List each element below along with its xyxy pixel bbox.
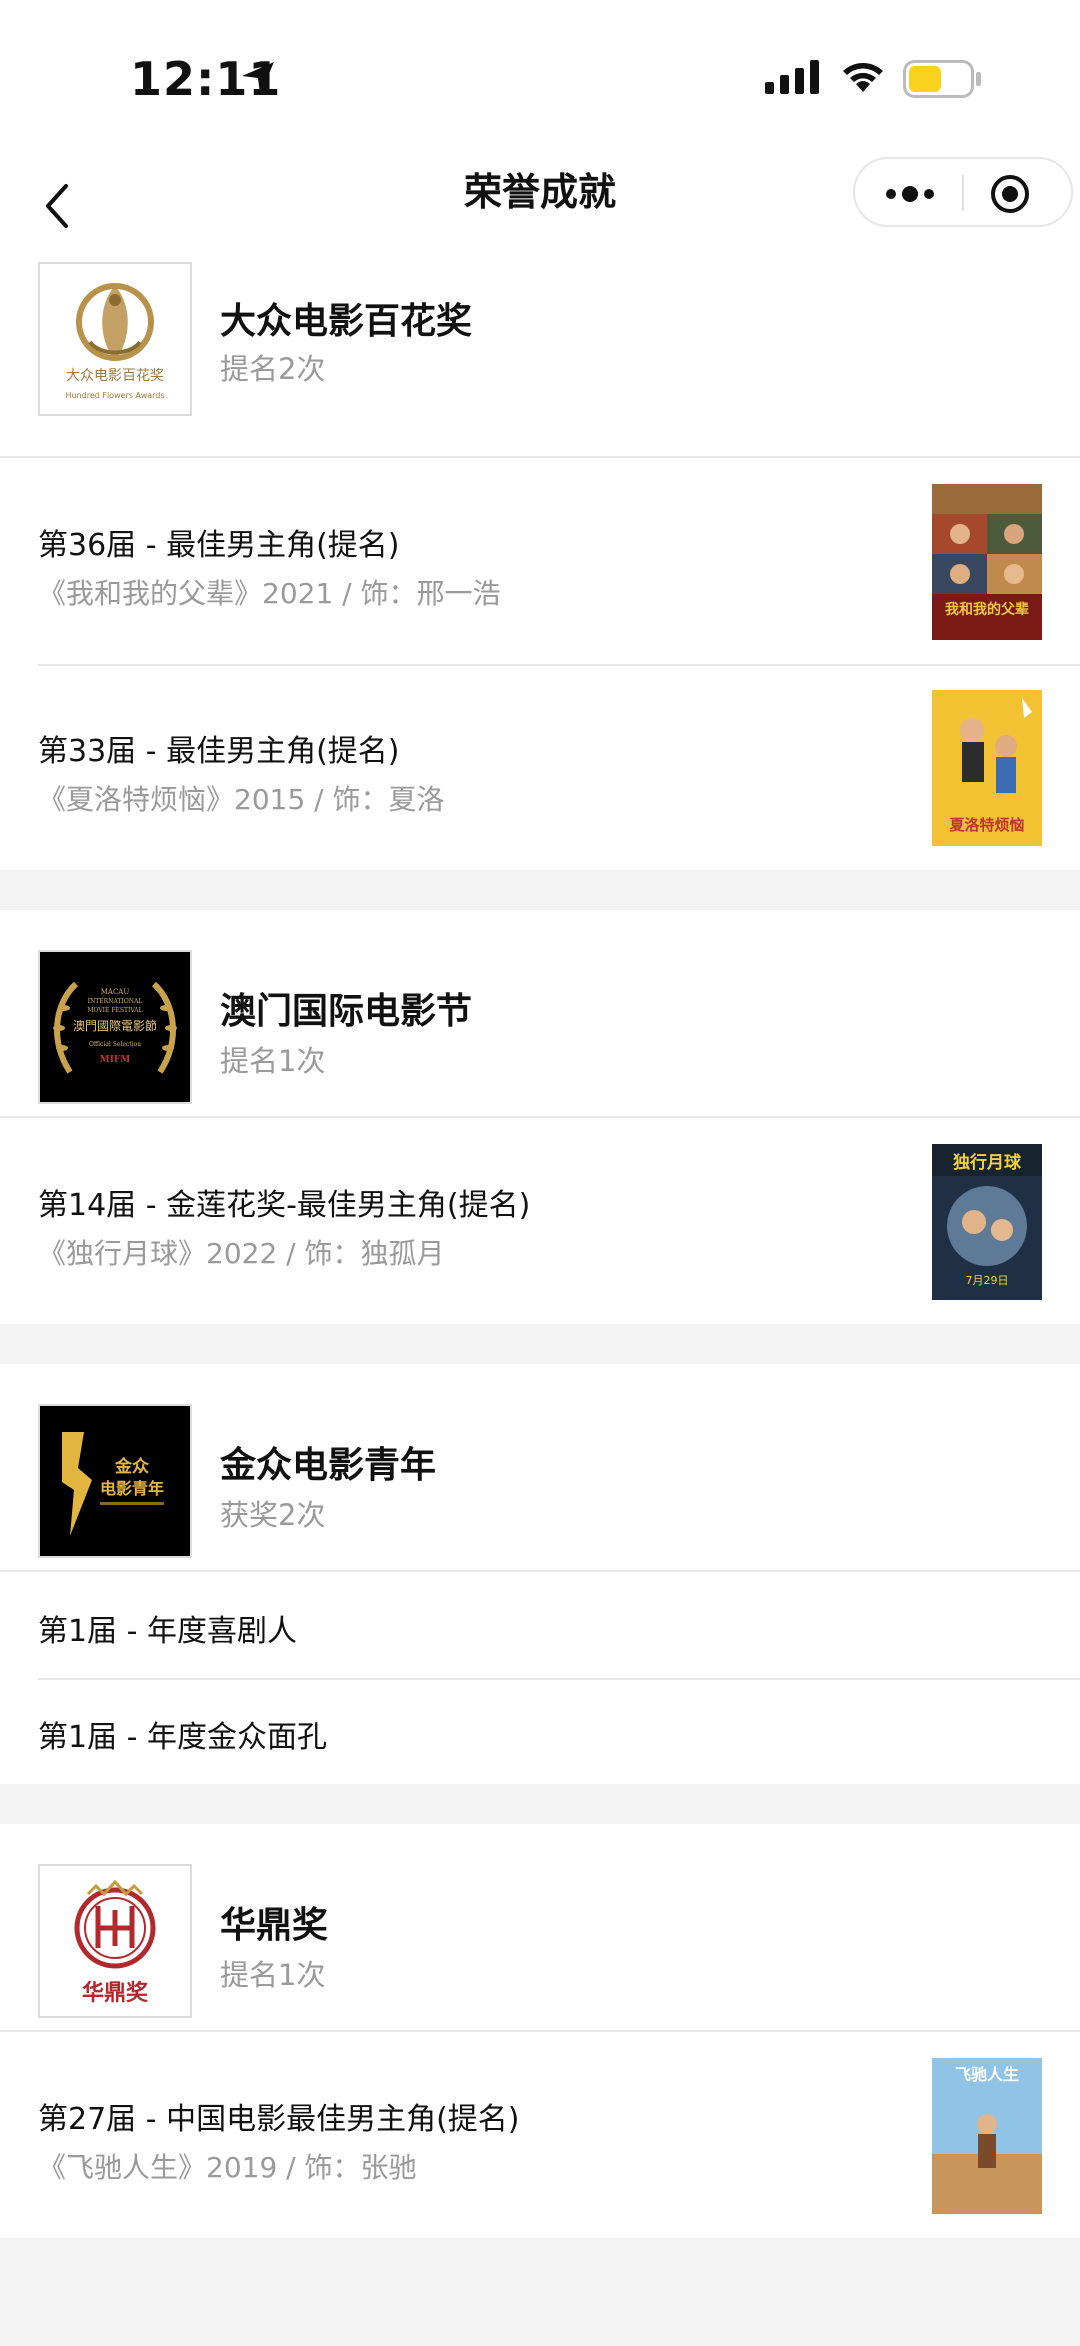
logo-line: MIFM	[100, 1055, 131, 1065]
award-count: 提名2次	[220, 352, 326, 386]
award-title: 第1届 - 年度喜剧人	[38, 1614, 297, 1649]
award-item[interactable]: 第1届 - 年度喜剧人	[0, 1572, 1080, 1678]
poster-release-date: 7月29日	[966, 1274, 1009, 1287]
film-poster[interactable]: 夏洛特烦恼	[932, 690, 1042, 846]
logo-line: Official Selection	[89, 1041, 141, 1048]
award-film-info: 《我和我的父辈》2021 / 饰：邢一浩	[38, 577, 501, 610]
honors-list: 大众电影百花奖 Hundred Flowers Awards 大众电影百花奖 提…	[0, 250, 1080, 2278]
award-item[interactable]: 第27届 - 中国电影最佳男主角(提名) 《飞驰人生》2019 / 饰：张驰 飞…	[0, 2032, 1080, 2238]
logo-line: 电影青年	[100, 1479, 164, 1498]
award-title: 第14届 - 金莲花奖-最佳男主角(提名)	[38, 1188, 531, 1223]
location-arrow-icon	[242, 62, 274, 94]
award-org-name: 华鼎奖	[220, 1905, 329, 1946]
poster-title: 我和我的父辈	[945, 601, 1029, 618]
award-item[interactable]: 第1届 - 年度金众面孔	[0, 1678, 1080, 1784]
jinzhong-youth-logo: 金众 电影青年	[38, 1404, 192, 1558]
award-count: 提名1次	[220, 1044, 326, 1078]
cellular-signal-icon	[765, 60, 819, 94]
logo-subtext: Hundred Flowers Awards	[65, 391, 164, 400]
award-title: 第36届 - 最佳男主角(提名)	[38, 528, 400, 563]
film-poster[interactable]: 独行月球 7月29日	[932, 1144, 1042, 1300]
award-film-info: 《夏洛特烦恼》2015 / 饰：夏洛	[38, 783, 445, 816]
capsule-divider	[962, 175, 964, 211]
award-org-name: 大众电影百花奖	[220, 301, 473, 342]
logo-text: 华鼎奖	[82, 1980, 149, 2006]
poster-title: 独行月球	[953, 1152, 1022, 1173]
hundred-flowers-logo: 大众电影百花奖 Hundred Flowers Awards	[38, 262, 192, 416]
award-title: 第1届 - 年度金众面孔	[38, 1720, 327, 1755]
poster-title: 飞驰人生	[955, 2065, 1019, 2084]
award-org-header[interactable]: 大众电影百花奖 Hundred Flowers Awards 大众电影百花奖 提…	[0, 250, 1080, 458]
status-bar: 12:11	[0, 0, 1080, 150]
award-title: 第27届 - 中国电影最佳男主角(提名)	[38, 2102, 520, 2137]
award-org-header[interactable]: 华鼎奖 华鼎奖 提名1次	[0, 1824, 1080, 2032]
award-item[interactable]: 第33届 - 最佳男主角(提名) 《夏洛特烦恼》2015 / 饰：夏洛 夏洛特烦…	[0, 664, 1080, 870]
award-count: 获奖2次	[220, 1498, 326, 1532]
award-title: 第33届 - 最佳男主角(提名)	[38, 734, 400, 769]
award-film-info: 《飞驰人生》2019 / 饰：张驰	[38, 2151, 417, 2184]
award-item[interactable]: 第14届 - 金莲花奖-最佳男主角(提名) 《独行月球》2022 / 饰：独孤月…	[0, 1118, 1080, 1324]
award-film-info: 《独行月球》2022 / 饰：独孤月	[38, 1237, 445, 1270]
more-options-icon[interactable]	[885, 185, 935, 203]
film-poster[interactable]: 我和我的父辈	[932, 484, 1042, 640]
logo-line: 金众	[114, 1456, 150, 1477]
mini-program-capsule	[853, 157, 1073, 227]
logo-line: INTERNATIONAL	[88, 998, 143, 1005]
award-section: 华鼎奖 华鼎奖 提名1次 第27届 - 中国电影最佳男主角(提名) 《飞驰人生》…	[0, 1824, 1080, 2238]
navigation-bar: 荣誉成就	[0, 150, 1080, 260]
award-item[interactable]: 第36届 - 最佳男主角(提名) 《我和我的父辈》2021 / 饰：邢一浩 我和…	[0, 458, 1080, 664]
award-section: 大众电影百花奖 Hundred Flowers Awards 大众电影百花奖 提…	[0, 250, 1080, 870]
award-count: 提名1次	[220, 1958, 326, 1992]
logo-text: 大众电影百花奖	[66, 367, 164, 384]
logo-line: 澳門國際電影節	[73, 1018, 157, 1033]
logo-line: MACAU	[101, 988, 130, 996]
award-section: MACAU INTERNATIONAL MOVIE FESTIVAL 澳門國際電…	[0, 910, 1080, 1324]
poster-title: 夏洛特烦恼	[948, 816, 1024, 834]
award-org-header[interactable]: MACAU INTERNATIONAL MOVIE FESTIVAL 澳門國際電…	[0, 910, 1080, 1118]
macau-festival-logo: MACAU INTERNATIONAL MOVIE FESTIVAL 澳門國際電…	[38, 950, 192, 1104]
film-poster[interactable]: 飞驰人生	[932, 2058, 1042, 2214]
award-org-name: 澳门国际电影节	[220, 991, 473, 1032]
logo-line: MOVIE FESTIVAL	[87, 1007, 142, 1014]
award-org-name: 金众电影青年	[220, 1445, 437, 1486]
award-section: 金众 电影青年 金众电影青年 获奖2次 第1届 - 年度喜剧人 第1届 - 年度…	[0, 1364, 1080, 1784]
award-org-header[interactable]: 金众 电影青年 金众电影青年 获奖2次	[0, 1364, 1080, 1572]
battery-icon	[903, 60, 981, 98]
wifi-icon	[843, 63, 883, 92]
huading-award-logo: 华鼎奖	[38, 1864, 192, 2018]
close-mini-program-icon[interactable]	[989, 173, 1031, 215]
